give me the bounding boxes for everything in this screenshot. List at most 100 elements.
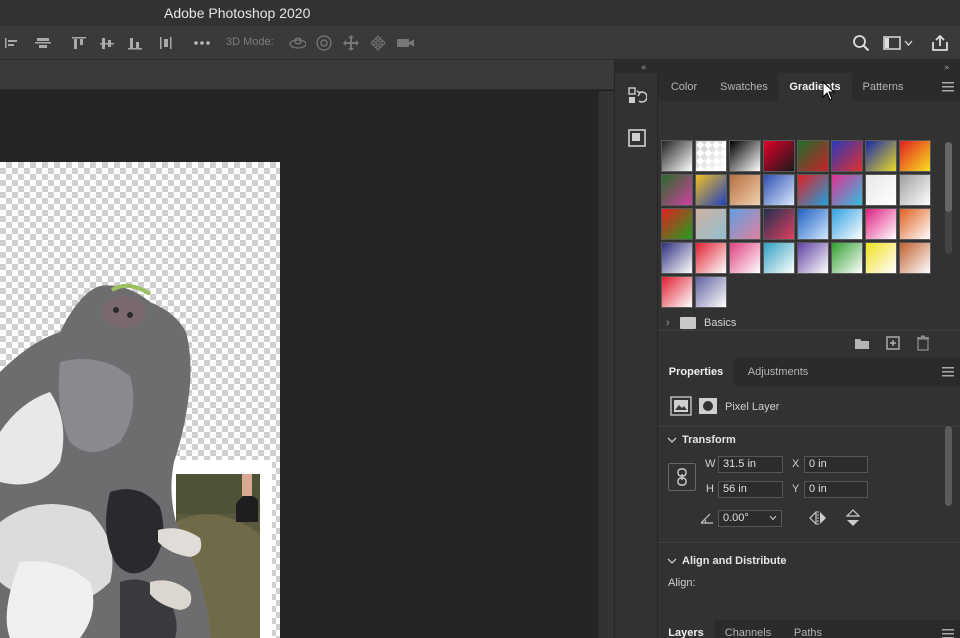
gradient-swatch[interactable] [831, 242, 863, 274]
gradient-swatch[interactable] [797, 174, 829, 206]
gradient-swatch[interactable] [661, 174, 693, 206]
width-field[interactable]: 31.5 in [718, 456, 783, 473]
gradient-swatch[interactable] [661, 208, 693, 240]
gradient-swatch[interactable] [899, 174, 931, 206]
chevron-down-icon[interactable] [667, 436, 677, 444]
gradient-swatch[interactable] [865, 242, 897, 274]
gradient-swatch[interactable] [695, 242, 727, 274]
x-position-field[interactable]: 0 in [804, 456, 868, 473]
svg-text:»: » [944, 63, 950, 73]
gradient-swatch[interactable] [797, 140, 829, 172]
document-tab-strip [0, 60, 614, 90]
share-icon[interactable] [931, 34, 949, 52]
gradient-swatch[interactable] [661, 242, 693, 274]
gradient-swatch[interactable] [661, 140, 693, 172]
gradient-swatch[interactable] [797, 208, 829, 240]
title-bar: Adobe Photoshop 2020 [0, 0, 960, 26]
gradient-swatch[interactable] [729, 140, 761, 172]
align-label: Align: [668, 577, 696, 589]
document-canvas[interactable] [0, 162, 280, 638]
chain-link-icon [677, 468, 687, 486]
gradient-swatch[interactable] [831, 174, 863, 206]
rotation-angle-value: 0.00° [723, 512, 749, 524]
tab-channels[interactable]: Channels [714, 620, 782, 638]
transform-divider [658, 542, 960, 543]
gradients-scroll-thumb[interactable] [945, 142, 952, 212]
pixel-layer-icon [670, 396, 692, 416]
history-icon[interactable] [625, 84, 649, 108]
gradient-swatch[interactable] [865, 174, 897, 206]
align-left-icon[interactable] [2, 34, 20, 52]
gradient-swatch[interactable] [865, 140, 897, 172]
more-options-icon[interactable] [193, 34, 211, 52]
layers-panel-tabs: Layers Channels Paths [658, 620, 960, 638]
workspace-switcher-icon[interactable] [883, 34, 913, 52]
chevron-right-icon[interactable]: › [666, 317, 680, 329]
new-gradient-icon[interactable] [885, 335, 901, 351]
transform-section-title: Transform [682, 434, 736, 446]
gradient-swatch[interactable] [695, 276, 727, 308]
layers-menu-icon[interactable] [942, 629, 954, 638]
chevron-down-icon[interactable] [667, 557, 677, 565]
align-center-icon[interactable] [34, 34, 52, 52]
flip-vertical-icon[interactable] [846, 509, 860, 527]
gradient-swatch[interactable] [831, 208, 863, 240]
search-icon[interactable] [852, 34, 870, 52]
canvas-vertical-scrollbar[interactable] [598, 91, 614, 638]
panel-menu-icon[interactable] [942, 82, 954, 92]
mouse-cursor-icon [822, 81, 836, 101]
dock-collapse-strip[interactable]: » [658, 60, 960, 73]
tab-color[interactable]: Color [658, 73, 710, 101]
3d-pan-icon[interactable] [342, 34, 360, 52]
align-bottom-icon[interactable] [126, 34, 144, 52]
tab-paths[interactable]: Paths [782, 620, 834, 638]
new-group-folder-icon[interactable] [854, 336, 870, 350]
height-field[interactable]: 56 in [718, 481, 783, 498]
gradient-swatch[interactable] [695, 208, 727, 240]
gradient-swatch[interactable] [729, 208, 761, 240]
gradient-swatch[interactable] [831, 140, 863, 172]
link-dimensions-button[interactable] [668, 463, 696, 491]
flip-horizontal-icon[interactable] [809, 511, 827, 525]
properties-menu-icon[interactable] [942, 367, 954, 377]
right-panel-dock: » Color Swatches Gradients Patterns › Ba… [658, 60, 960, 638]
gradient-swatch[interactable] [695, 174, 727, 206]
tab-gradients[interactable]: Gradients [778, 73, 852, 101]
y-position-field[interactable]: 0 in [804, 481, 868, 498]
tab-adjustments[interactable]: Adjustments [734, 358, 822, 386]
gradient-swatch[interactable] [763, 242, 795, 274]
gradient-swatch[interactable] [797, 242, 829, 274]
tab-patterns[interactable]: Patterns [852, 73, 914, 101]
gradient-swatch[interactable] [763, 140, 795, 172]
align-vcenter-icon[interactable] [98, 34, 116, 52]
window-title: Adobe Photoshop 2020 [164, 5, 311, 21]
gradients-footer-divider [658, 330, 960, 331]
3d-slide-icon[interactable] [369, 34, 387, 52]
height-label: H [706, 483, 714, 495]
rotation-angle-field[interactable]: 0.00° [718, 510, 782, 527]
align-top-icon[interactable] [70, 34, 88, 52]
gradient-swatch[interactable] [899, 208, 931, 240]
gradient-swatch[interactable] [763, 174, 795, 206]
gradient-swatch[interactable] [729, 242, 761, 274]
gradient-swatch[interactable] [695, 140, 727, 172]
3d-camera-icon[interactable] [396, 34, 414, 52]
gradient-swatch[interactable] [899, 140, 931, 172]
gradient-swatch[interactable] [899, 242, 931, 274]
tab-properties[interactable]: Properties [658, 358, 734, 386]
properties-scroll-thumb[interactable] [945, 426, 952, 506]
angle-dropdown-icon[interactable] [769, 515, 777, 521]
tab-swatches[interactable]: Swatches [710, 73, 778, 101]
gradient-swatch[interactable] [763, 208, 795, 240]
distribute-icon[interactable] [157, 34, 175, 52]
gradient-swatch[interactable] [729, 174, 761, 206]
icon-column-collapse-strip[interactable]: « [615, 60, 659, 73]
gradient-swatch[interactable] [661, 276, 693, 308]
layer-mask-icon[interactable] [698, 396, 718, 416]
gradient-swatch[interactable] [865, 208, 897, 240]
3d-roll-icon[interactable] [315, 34, 333, 52]
3d-orbit-icon[interactable] [288, 34, 306, 52]
delete-trash-icon[interactable] [915, 335, 931, 351]
tab-layers[interactable]: Layers [658, 620, 714, 638]
libraries-icon[interactable] [625, 126, 649, 150]
